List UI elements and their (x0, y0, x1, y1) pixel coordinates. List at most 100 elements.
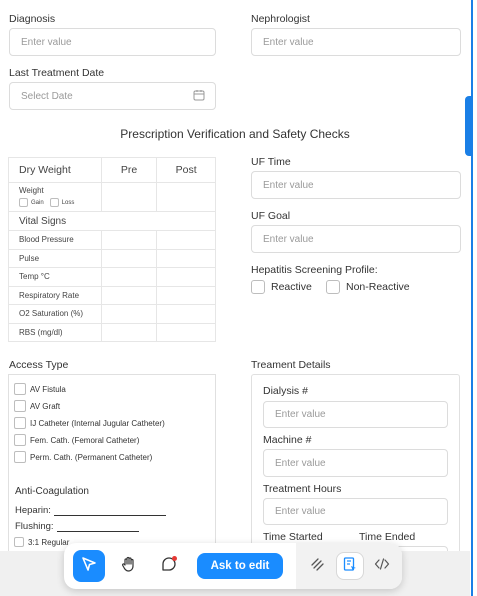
post-cell[interactable] (156, 267, 216, 287)
checkbox[interactable] (14, 434, 26, 446)
hepatitis-label: Hepatitis Screening Profile: (251, 264, 378, 276)
ratio-option[interactable]: 3:1 Regular (14, 537, 69, 547)
comment-tool-button[interactable] (153, 550, 185, 582)
hepatitis-non-reactive-option[interactable]: Non-Reactive (326, 280, 410, 294)
row-label: O2 Saturation (%) (8, 304, 102, 324)
uf-goal-label: UF Goal (251, 210, 291, 222)
comment-icon (159, 554, 179, 579)
hepatitis-reactive-option[interactable]: Reactive (251, 280, 312, 294)
last-treatment-date-picker[interactable]: Select Date (9, 82, 216, 110)
pre-cell[interactable] (100, 248, 158, 268)
ask-to-edit-button[interactable]: Ask to edit (197, 553, 283, 579)
header-pre: Pre (100, 157, 158, 183)
option-label: Perm. Cath. (Permanent Catheter) (30, 452, 153, 462)
diagnosis-label: Diagnosis (9, 13, 56, 25)
checkbox[interactable] (14, 417, 26, 429)
access-type-label: Access Type (9, 359, 69, 371)
draw-mode-button[interactable] (304, 552, 332, 580)
row-label: Pulse (8, 248, 102, 268)
form-icon (342, 556, 358, 577)
flushing-label: Flushing: (15, 521, 54, 532)
section-title: Prescription Verification and Safety Che… (120, 127, 350, 141)
treatment-details-label: Treament Details (251, 359, 331, 371)
uf-goal-input[interactable]: Enter value (251, 225, 461, 253)
vital-signs-label: Vital Signs (8, 211, 102, 231)
pre-cell[interactable] (100, 267, 158, 287)
toolbar-mode-group (296, 543, 402, 589)
reactive-label: Reactive (271, 281, 312, 293)
post-cell[interactable] (156, 322, 216, 342)
heparin-line[interactable] (53, 506, 166, 516)
flushing-line[interactable] (56, 522, 139, 532)
diagnosis-placeholder: Enter value (21, 36, 72, 48)
access-option-av-graft[interactable]: AV Graft (14, 400, 60, 412)
flushing-field[interactable]: Flushing: (15, 521, 139, 532)
option-label: AV Graft (30, 401, 61, 411)
code-icon (374, 556, 390, 577)
diagnosis-input[interactable]: Enter value (9, 28, 216, 56)
vital-signs-spacer (101, 211, 157, 231)
option-label: IJ Catheter (Internal Jugular Catheter) (30, 418, 165, 428)
machine-placeholder: Enter value (275, 457, 326, 469)
loss-checkbox[interactable] (49, 198, 59, 207)
form-mode-button[interactable] (336, 552, 364, 580)
post-cell[interactable] (156, 248, 216, 268)
calendar-icon[interactable] (193, 89, 205, 104)
treatment-details-panel: Dialysis # Enter value Machine # Enter v… (251, 374, 460, 564)
access-option-av-fistula[interactable]: AV Fistula (14, 383, 66, 395)
gain-label: Gain (31, 199, 44, 206)
option-label: Fem. Cath. (Femoral Catheter) (30, 435, 140, 445)
pre-cell[interactable] (100, 322, 158, 342)
pointer-tool-button[interactable] (73, 550, 105, 582)
uf-time-label: UF Time (251, 156, 291, 168)
time-ended-label: Time Ended (359, 531, 416, 543)
uf-time-placeholder: Enter value (263, 179, 314, 191)
machine-label: Machine # (263, 434, 312, 446)
hand-tool-button[interactable] (113, 550, 145, 582)
checkbox[interactable] (14, 451, 26, 463)
nephrologist-input[interactable]: Enter value (251, 28, 461, 56)
heparin-label: Heparin: (15, 505, 51, 516)
date-placeholder: Select Date (21, 90, 73, 102)
uf-time-input[interactable]: Enter value (251, 171, 461, 199)
reactive-checkbox[interactable] (251, 280, 265, 294)
dialysis-input[interactable]: Enter value (263, 401, 448, 428)
row-label: Respiratory Rate (8, 285, 102, 305)
option-label: AV Fistula (30, 384, 66, 394)
machine-input[interactable]: Enter value (263, 449, 448, 477)
weight-label: Weight (19, 186, 44, 195)
checkbox[interactable] (14, 537, 24, 547)
checkbox[interactable] (14, 383, 26, 395)
pre-cell[interactable] (100, 230, 158, 250)
pre-cell[interactable] (100, 285, 158, 305)
pre-cell[interactable] (100, 304, 158, 324)
dialysis-placeholder: Enter value (275, 409, 326, 420)
weight-post-cell[interactable] (156, 182, 216, 212)
row-label: Temp °C (8, 267, 102, 287)
access-option-perm-cath[interactable]: Perm. Cath. (Permanent Catheter) (14, 451, 152, 463)
non-reactive-checkbox[interactable] (326, 280, 340, 294)
scrollbar-thumb[interactable] (465, 96, 471, 156)
access-option-fem-cath[interactable]: Fem. Cath. (Femoral Catheter) (14, 434, 139, 446)
post-cell[interactable] (156, 285, 216, 305)
uf-goal-placeholder: Enter value (263, 233, 314, 245)
post-cell[interactable] (156, 304, 216, 324)
treatment-hours-input[interactable]: Enter value (263, 498, 448, 525)
checkbox[interactable] (14, 400, 26, 412)
code-mode-button[interactable] (368, 552, 396, 580)
vital-signs-spacer (156, 211, 216, 231)
dialysis-label: Dialysis # (263, 385, 308, 397)
post-cell[interactable] (156, 230, 216, 250)
heparin-field[interactable]: Heparin: (15, 505, 166, 516)
hand-icon (120, 555, 138, 578)
pointer-icon (80, 555, 98, 578)
access-option-ij-catheter[interactable]: IJ Catheter (Internal Jugular Catheter) (14, 417, 165, 429)
last-treatment-date-label: Last Treatment Date (9, 67, 105, 79)
floating-toolbar: Ask to edit (64, 543, 402, 589)
anti-coagulation-label: Anti-Coagulation (15, 486, 89, 497)
gain-checkbox[interactable] (19, 198, 28, 207)
weight-pre-cell[interactable] (100, 182, 158, 212)
row-label: Blood Pressure (8, 230, 102, 250)
scroll-rail (471, 0, 473, 596)
draw-icon (310, 556, 326, 577)
